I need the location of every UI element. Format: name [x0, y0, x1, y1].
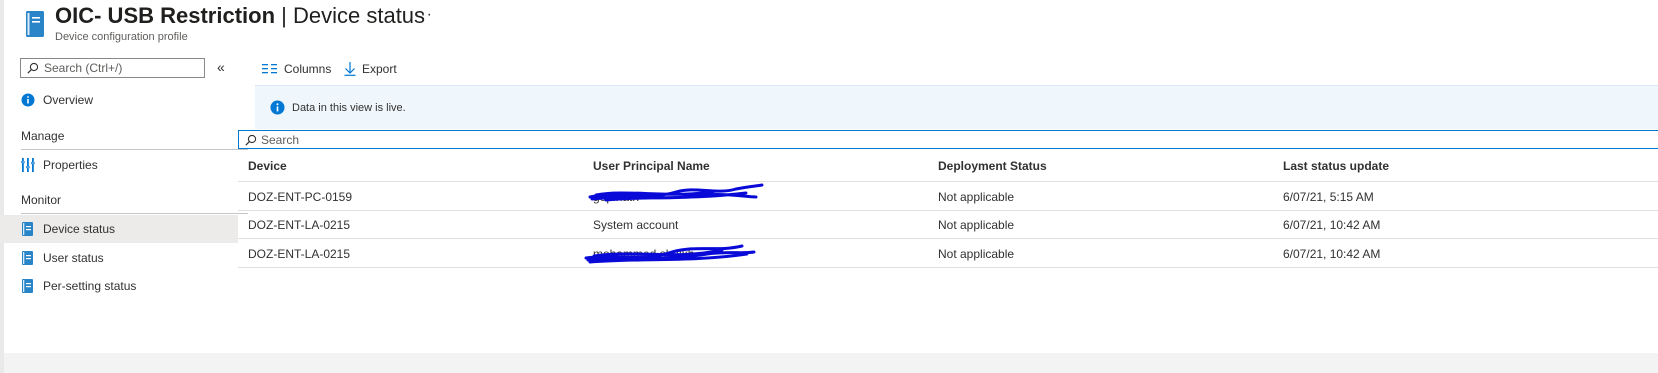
- redaction-scribble: [584, 244, 756, 264]
- profile-icon: [22, 251, 33, 265]
- upn-cell: System account: [593, 218, 679, 232]
- header-divider: [238, 181, 1658, 182]
- resource-menu-search[interactable]: [20, 58, 205, 78]
- status-cell: Not applicable: [938, 190, 1015, 204]
- device-profile-icon: [26, 11, 44, 37]
- search-icon: [27, 62, 39, 74]
- profile-icon: [22, 222, 33, 236]
- section-divider: [21, 213, 248, 214]
- sidebar-item-device-status[interactable]: Device status: [0, 215, 238, 243]
- horizontal-scroll-area: [4, 353, 1658, 373]
- row-divider: [238, 238, 1658, 239]
- page-subtitle: Device configuration profile: [55, 31, 188, 43]
- column-header-device[interactable]: Device: [248, 159, 287, 173]
- column-header-user-principal-name[interactable]: User Principal Name: [593, 159, 710, 173]
- columns-icon: [262, 64, 277, 74]
- device-cell: DOZ-ENT-LA-0215: [248, 218, 351, 232]
- sidebar-item-label: Overview: [43, 93, 94, 107]
- window-edge: [0, 0, 4, 373]
- section-manage: Manage: [21, 129, 65, 143]
- section-monitor: Monitor: [21, 193, 62, 207]
- section-divider: [21, 149, 248, 150]
- row-divider: [238, 210, 1658, 211]
- status-cell: Not applicable: [938, 218, 1015, 232]
- updated-cell: 6/07/21, 10:42 AM: [1283, 247, 1381, 261]
- profile-icon: [22, 279, 33, 293]
- properties-icon: [21, 158, 35, 172]
- info-banner: Data in this view is live.: [255, 85, 1658, 129]
- export-label: Export: [362, 62, 397, 76]
- grid-search-box[interactable]: [238, 130, 1658, 149]
- sidebar-item-label: Per-setting status: [43, 279, 137, 293]
- info-icon: [270, 100, 285, 115]
- info-icon: [21, 93, 35, 107]
- redaction-scribble: [588, 183, 764, 202]
- page-title: OIC- USB Restriction | Device status: [55, 3, 425, 29]
- columns-button[interactable]: Columns: [262, 60, 331, 78]
- search-icon: [245, 134, 257, 146]
- sidebar-item-properties[interactable]: Properties: [0, 151, 238, 179]
- export-button[interactable]: Export: [344, 60, 397, 78]
- menu-search-input[interactable]: [44, 61, 194, 75]
- column-header-last-status-update[interactable]: Last status update: [1283, 159, 1389, 173]
- status-cell: Not applicable: [938, 247, 1015, 261]
- collapse-menu-button[interactable]: «: [217, 59, 225, 75]
- sidebar-item-label: Properties: [43, 158, 98, 172]
- title-separator: |: [275, 3, 293, 28]
- sidebar-item-user-status[interactable]: User status: [0, 244, 238, 272]
- sidebar-item-label: User status: [43, 251, 104, 265]
- column-header-deployment-status[interactable]: Deployment Status: [938, 159, 1047, 173]
- sidebar-item-label: Device status: [43, 222, 116, 236]
- sidebar-item-overview[interactable]: Overview: [0, 86, 238, 114]
- info-banner-text: Data in this view is live.: [292, 102, 406, 114]
- sidebar-item-per-setting-status[interactable]: Per-setting status: [0, 272, 238, 300]
- row-divider: [238, 267, 1658, 268]
- blade-name: Device status: [292, 3, 426, 28]
- more-options-button[interactable]: ···: [414, 6, 433, 24]
- profile-name: OIC- USB Restriction: [55, 3, 276, 28]
- device-cell: DOZ-ENT-LA-0215: [248, 247, 351, 261]
- grid-search-input[interactable]: [261, 132, 861, 147]
- updated-cell: 6/07/21, 5:15 AM: [1283, 190, 1374, 204]
- updated-cell: 6/07/21, 10:42 AM: [1283, 218, 1381, 232]
- device-cell: DOZ-ENT-PC-0159: [248, 190, 353, 204]
- columns-label: Columns: [284, 62, 332, 76]
- download-icon: [344, 62, 356, 76]
